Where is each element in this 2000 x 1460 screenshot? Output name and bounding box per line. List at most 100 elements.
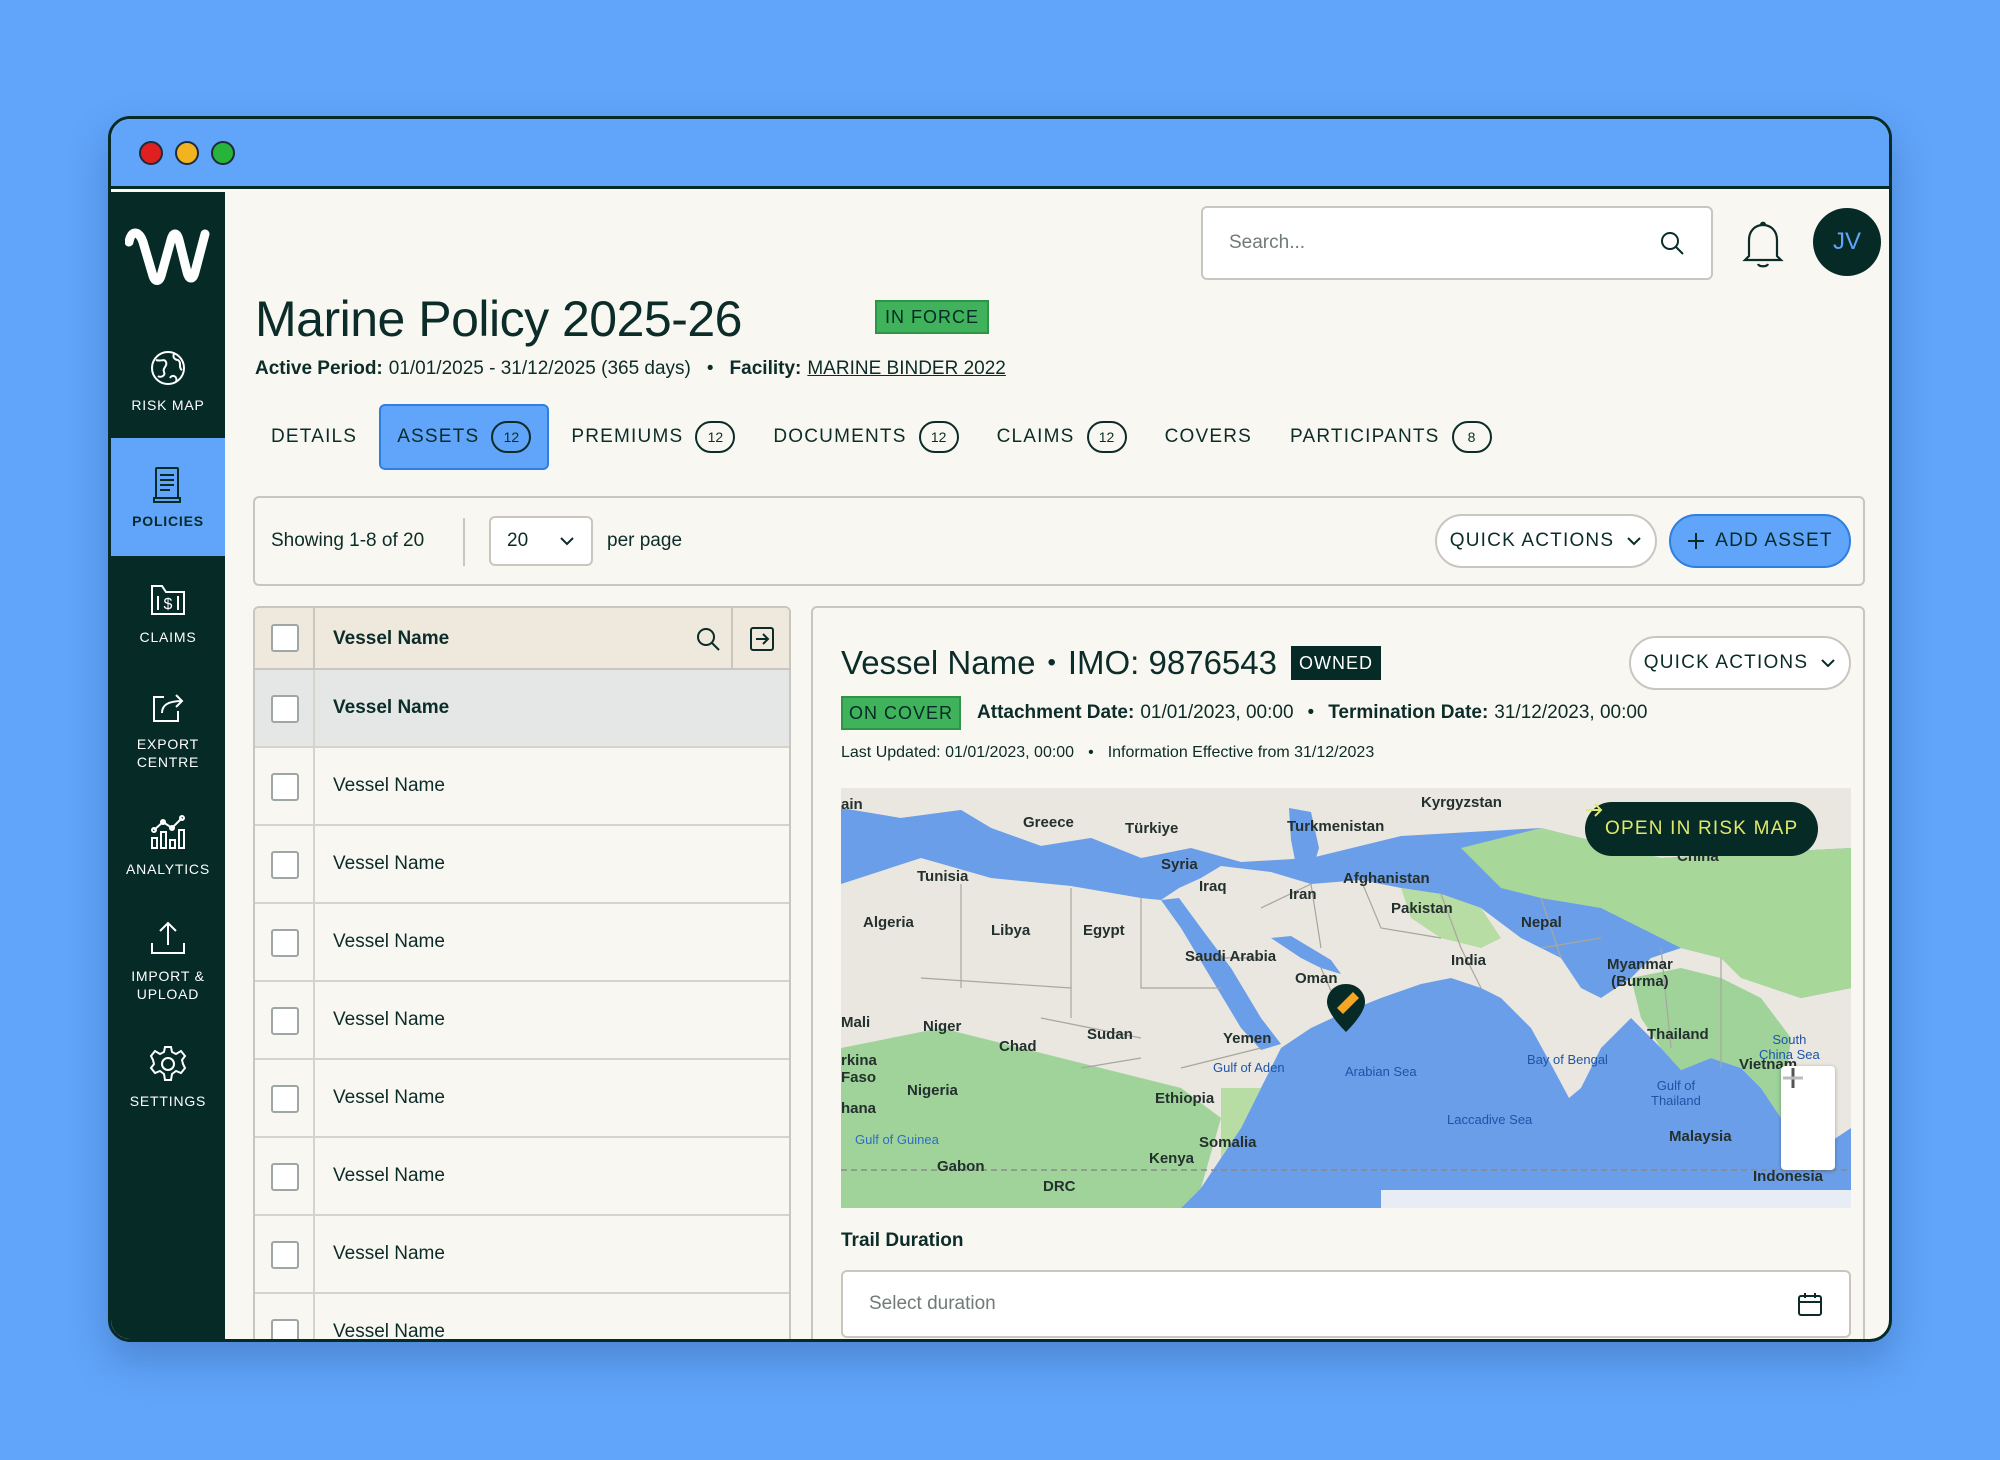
pagination-summary: Showing 1-8 of 20 (271, 530, 425, 551)
row-checkbox[interactable] (271, 851, 299, 879)
select-all-checkbox[interactable] (271, 624, 299, 652)
tab-count-badge: 12 (491, 421, 532, 453)
row-checkbox[interactable] (271, 1085, 299, 1113)
row-checkbox[interactable] (271, 773, 299, 801)
table-row[interactable]: Vessel Name (255, 1216, 789, 1294)
plus-icon (1688, 533, 1705, 549)
sidebar-item-risk-map[interactable]: RISK MAP (111, 322, 225, 440)
table-row[interactable]: Vessel Name (255, 982, 789, 1060)
tab-documents[interactable]: DOCUMENTS 12 (757, 404, 974, 470)
user-avatar[interactable]: JV (1813, 208, 1881, 276)
divider (463, 518, 465, 566)
row-checkbox[interactable] (271, 929, 299, 957)
tab-label: PREMIUMS (571, 426, 684, 447)
duration-input[interactable] (869, 1293, 1797, 1315)
list-toolbar: Showing 1-8 of 20 20 per page QUICK ACTI… (253, 496, 1865, 586)
map-label: Turkmenistan (1287, 818, 1385, 835)
button-label: QUICK ACTIONS (1449, 530, 1615, 551)
row-vessel-name: Vessel Name (333, 1321, 445, 1342)
vessel-imo: IMO: 9876543 (1067, 644, 1277, 681)
search-icon[interactable] (695, 626, 721, 652)
sidebar-item-policies[interactable]: POLICIES (111, 438, 225, 556)
export-column (731, 608, 789, 668)
export-icon[interactable] (749, 626, 775, 652)
detail-quick-actions-button[interactable]: QUICK ACTIONS (1629, 636, 1851, 690)
tab-label: ASSETS (397, 426, 480, 447)
map-label: Mali (841, 1014, 871, 1031)
tab-participants[interactable]: PARTICIPANTS 8 (1274, 404, 1508, 470)
row-vessel-name: Vessel Name (333, 1165, 445, 1186)
calendar-icon[interactable] (1797, 1291, 1823, 1317)
tab-assets[interactable]: ASSETS 12 (379, 404, 550, 470)
row-vessel-name: Vessel Name (333, 697, 450, 718)
map-label: Yemen (1223, 1030, 1272, 1047)
table-row[interactable]: Vessel Name (255, 748, 789, 826)
duration-picker[interactable] (841, 1270, 1851, 1338)
row-checkbox[interactable] (271, 1007, 299, 1035)
svg-text:$: $ (164, 596, 173, 613)
button-label: OPEN IN RISK MAP (1605, 818, 1799, 839)
sea-label: Gulf of Aden (1213, 1060, 1285, 1075)
row-checkbox[interactable] (271, 1163, 299, 1191)
trail-duration-label: Trail Duration (841, 1230, 964, 1251)
row-checkbox[interactable] (271, 1241, 299, 1269)
tab-bar: DETAILS ASSETS 12 PREMIUMS 12 DOCUMENTS 12 … (255, 402, 1514, 472)
checkbox-column (255, 904, 315, 980)
per-page-label: per page (607, 530, 683, 551)
search-icon[interactable] (1659, 230, 1685, 256)
policy-status-badge: IN FORCE (875, 300, 990, 334)
tab-details[interactable]: DETAILS (255, 404, 373, 470)
sea-label: Arabian Sea (1345, 1064, 1417, 1079)
map-zoom-controls (1781, 1066, 1835, 1170)
open-in-risk-map-button[interactable]: OPEN IN RISK MAP (1585, 802, 1819, 856)
quick-actions-button[interactable]: QUICK ACTIONS (1435, 514, 1657, 568)
attachment-value: 01/01/2023, 00:00 (1140, 702, 1294, 723)
map-label: rkina Faso (841, 1052, 877, 1086)
map-label: Kenya (1149, 1150, 1195, 1167)
brand-logo-icon[interactable] (125, 220, 211, 286)
ownership-badge: OWNED (1290, 646, 1381, 680)
map-label: Tunisia (917, 868, 969, 885)
sidebar-item-claims[interactable]: $ CLAIMS (111, 554, 225, 672)
cover-info: ON COVER Attachment Date: 01/01/2023, 00… (841, 696, 1648, 730)
list-header: Vessel Name (255, 608, 789, 670)
table-row[interactable]: Vessel Name (255, 670, 789, 748)
map-label: Indonesia (1753, 1168, 1824, 1185)
map-label: Somalia (1199, 1134, 1257, 1151)
table-row[interactable]: Vessel Name (255, 1060, 789, 1138)
zoom-out-button[interactable] (1781, 1076, 1835, 1170)
tab-label: CLAIMS (996, 426, 1075, 447)
sidebar-item-analytics[interactable]: ANALYTICS (111, 786, 225, 904)
map-label: Afghanistan (1343, 870, 1430, 887)
facility-link[interactable]: MARINE BINDER 2022 (807, 358, 1006, 380)
tab-claims[interactable]: CLAIMS 12 (981, 404, 1143, 470)
vessel-title: Vessel Name • IMO: 9876543 OWNED (841, 644, 1381, 682)
upload-icon (151, 921, 185, 954)
table-row[interactable]: Vessel Name (255, 1138, 789, 1216)
map-label: Egypt (1083, 922, 1125, 939)
sea-label: Bay of Bengal (1527, 1052, 1608, 1067)
table-row[interactable]: Vessel Name (255, 904, 789, 982)
table-row[interactable]: Vessel Name (255, 1294, 789, 1342)
map-label: Niger (923, 1018, 962, 1035)
per-page-value: 20 (507, 530, 529, 551)
maximize-window-button[interactable] (211, 141, 235, 165)
row-checkbox[interactable] (271, 1319, 299, 1339)
table-row[interactable]: Vessel Name (255, 826, 789, 904)
minimize-window-button[interactable] (175, 141, 199, 165)
map-label: Gabon (937, 1158, 985, 1175)
sidebar-item-export-centre[interactable]: EXPORT CENTRE (111, 670, 225, 788)
sidebar-item-import-upload[interactable]: IMPORT & UPLOAD (111, 902, 225, 1020)
separator-dot: • (706, 358, 714, 379)
add-asset-button[interactable]: ADD ASSET (1669, 514, 1851, 568)
tab-covers[interactable]: COVERS (1149, 404, 1268, 470)
close-window-button[interactable] (139, 141, 163, 165)
search-input[interactable] (1229, 232, 1659, 254)
tab-premiums[interactable]: PREMIUMS 12 (555, 404, 751, 470)
sidebar-item-settings[interactable]: SETTINGS (111, 1018, 225, 1136)
row-checkbox[interactable] (271, 695, 299, 723)
notification-bell-icon[interactable] (1739, 218, 1787, 270)
per-page-select[interactable]: 20 (489, 516, 593, 566)
vessel-map[interactable]: ain Greece Türkiye Turkmenistan Kyrgyzst… (841, 788, 1851, 1208)
sidebar-item-label: IMPORT & UPLOAD (131, 968, 205, 1002)
